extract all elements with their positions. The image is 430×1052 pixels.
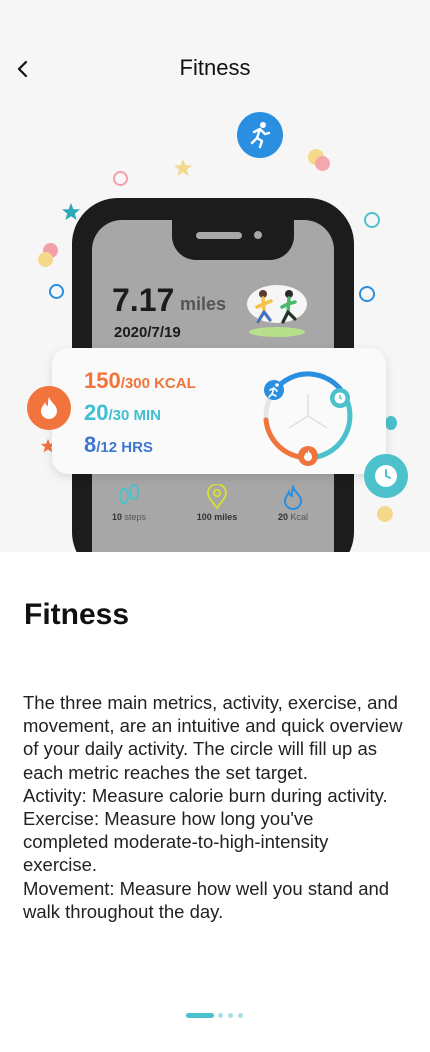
metric-movement: 8/12 HRS — [84, 432, 153, 458]
page-indicator-active[interactable] — [186, 1013, 214, 1018]
stat-steps: 10 steps — [94, 484, 164, 522]
decor-dot — [385, 416, 397, 430]
metric-target: /300 KCAL — [120, 375, 196, 392]
activity-ring — [263, 371, 353, 466]
stat-unit: steps — [124, 512, 147, 522]
paragraph-overview: The three main metrics, activity, exerci… — [23, 692, 403, 783]
clock-icon — [375, 465, 397, 487]
page-indicator-dot[interactable] — [238, 1013, 243, 1018]
decor-dot — [315, 156, 330, 171]
flame-icon — [283, 483, 303, 510]
camera-dot — [254, 231, 262, 239]
metric-target: /12 HRS — [96, 439, 153, 456]
metric-activity: 150/300 KCAL — [84, 368, 196, 394]
section-title: Fitness — [24, 598, 130, 631]
decor-ring — [359, 286, 375, 302]
location-pin-icon — [206, 483, 228, 510]
app-header: Fitness — [0, 0, 430, 88]
description-text: The three main metrics, activity, exerci… — [23, 691, 403, 923]
paragraph-exercise: Exercise: Measure how long you've comple… — [23, 808, 329, 876]
metric-value: 8 — [84, 432, 97, 457]
footprints-icon — [119, 484, 139, 504]
metric-value: 150 — [84, 368, 121, 393]
metric-value: 20 — [84, 400, 109, 425]
running-icon — [250, 122, 271, 149]
decor-ring — [49, 284, 64, 299]
flame-icon — [41, 397, 57, 419]
activity-date: 2020/7/19 — [114, 324, 181, 341]
metrics-card: 150/300 KCAL 20/30 MIN 8/12 HRS — [52, 348, 386, 474]
miles-unit: miles — [180, 294, 227, 314]
runners-illustration — [247, 285, 307, 337]
metric-exercise: 20/30 MIN — [84, 400, 161, 426]
stats-row: 10 steps 100 miles 20 Kcal — [92, 483, 334, 534]
decor-ring — [113, 171, 128, 186]
stat-value: 20 — [277, 512, 288, 522]
decor-ring — [364, 212, 380, 228]
stat-value: 10 — [111, 512, 122, 522]
phone-notch — [172, 218, 294, 260]
page-indicator-dot[interactable] — [228, 1013, 233, 1018]
decor-dot — [38, 252, 53, 267]
page-title: Fitness — [179, 55, 251, 80]
calories-badge — [27, 386, 71, 430]
stat-miles: 100 miles — [182, 483, 252, 522]
star-icon — [174, 159, 192, 176]
stat-unit: miles — [214, 512, 238, 522]
page-indicator-dot[interactable] — [218, 1013, 223, 1018]
paragraph-activity: Activity: Measure calorie burn during ac… — [23, 784, 388, 806]
speaker-bar — [196, 232, 242, 239]
metric-target: /30 MIN — [108, 407, 161, 424]
stat-value: 100 — [196, 512, 212, 522]
miles-value: 7.17 — [112, 282, 175, 318]
paragraph-movement: Movement: Measure how well you stand and… — [23, 877, 390, 922]
fitness-illustration: 7.17 miles 2020/7/19 10 steps 100 miles … — [0, 88, 430, 552]
clock-badge — [364, 454, 408, 498]
running-badge — [237, 112, 283, 158]
decor-dot — [377, 506, 393, 522]
stat-unit: Kcal — [290, 512, 309, 522]
stat-kcal: 20 Kcal — [258, 483, 328, 522]
